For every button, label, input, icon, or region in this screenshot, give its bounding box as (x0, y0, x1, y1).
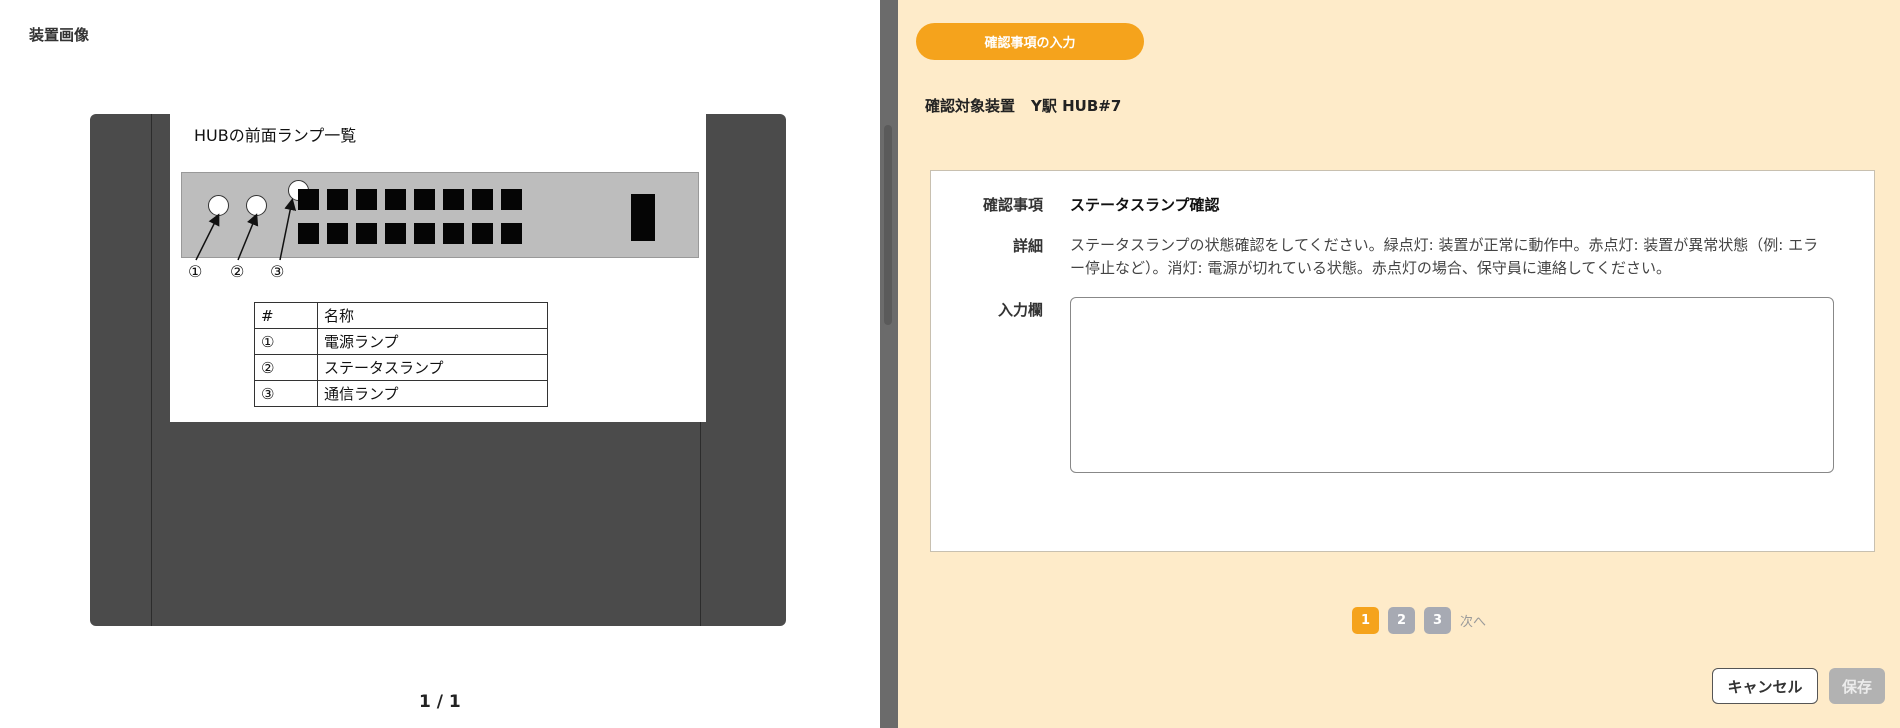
table-row: ① 電源ランプ (254, 328, 548, 355)
callout-label-2: ② (230, 262, 245, 281)
confirmation-input-panel: 確認事項の入力 確認対象装置 Y駅 HUB#7 確認事項 ステータスランプ確認 詳… (898, 0, 1900, 728)
step-indicator: 確認事項の入力 (916, 23, 1144, 60)
panel-divider[interactable] (880, 0, 898, 728)
table-row: ③ 通信ランプ (254, 380, 548, 407)
target-device-label: 確認対象装置 (925, 97, 1016, 115)
table-cell: ① (254, 328, 318, 355)
detail-label: 詳細 (1012, 237, 1043, 255)
scrollbar-thumb[interactable] (884, 125, 892, 325)
pagination: 1 2 3 次へ (1352, 607, 1486, 634)
check-item-card: 確認事項 ステータスランプ確認 詳細 ステータスランプの状態確認をしてください。… (930, 170, 1875, 552)
callout-arrow-2 (237, 213, 259, 261)
detail-text: ステータスランプの状態確認をしてください。緑点灯: 装置が正常に動作中。赤点灯:… (1070, 236, 1819, 277)
table-cell: ③ (254, 380, 318, 407)
device-image-title: 装置画像 (29, 26, 90, 44)
check-item-value: ステータスランプ確認 (1070, 196, 1220, 214)
next-page-link[interactable]: 次へ (1460, 611, 1486, 630)
device-image-panel: 装置画像 HUBの前面ランプ一覧 ① ② ③ # 名称 ① 電源ランプ ② ステ… (0, 0, 880, 728)
target-device-row: 確認対象装置 Y駅 HUB#7 (925, 95, 1121, 116)
table-header: # (254, 302, 318, 329)
rack-rail-left (151, 114, 152, 626)
input-label: 入力欄 (997, 301, 1043, 319)
lamp-diagram-sheet: HUBの前面ランプ一覧 ① ② ③ # 名称 ① 電源ランプ ② ステータスラン… (170, 114, 706, 422)
callout-arrow-3 (279, 198, 297, 261)
cancel-button[interactable]: キャンセル (1712, 668, 1818, 704)
lamp-legend-table: # 名称 ① 電源ランプ ② ステータスランプ ③ 通信ランプ (254, 302, 548, 407)
table-row: ② ステータスランプ (254, 354, 548, 381)
image-page-indicator: 1 / 1 (419, 692, 461, 712)
page-button-1[interactable]: 1 (1352, 607, 1379, 634)
callout-arrow-1 (195, 213, 220, 261)
table-cell: 電源ランプ (317, 328, 548, 355)
table-cell: ② (254, 354, 318, 381)
target-device-value: Y駅 HUB#7 (1031, 97, 1122, 115)
callout-label-3: ③ (270, 262, 285, 281)
table-cell: 通信ランプ (317, 380, 548, 407)
check-item-label: 確認事項 (982, 196, 1043, 214)
callout-label-1: ① (188, 262, 203, 281)
table-header-row: # 名称 (254, 302, 548, 329)
input-field[interactable] (1070, 297, 1834, 473)
save-button[interactable]: 保存 (1829, 668, 1885, 704)
device-image: HUBの前面ランプ一覧 ① ② ③ # 名称 ① 電源ランプ ② ステータスラン… (90, 114, 786, 626)
page-button-3[interactable]: 3 (1424, 607, 1451, 634)
table-cell: ステータスランプ (317, 354, 548, 381)
page-button-2[interactable]: 2 (1388, 607, 1415, 634)
table-header: 名称 (317, 302, 548, 329)
